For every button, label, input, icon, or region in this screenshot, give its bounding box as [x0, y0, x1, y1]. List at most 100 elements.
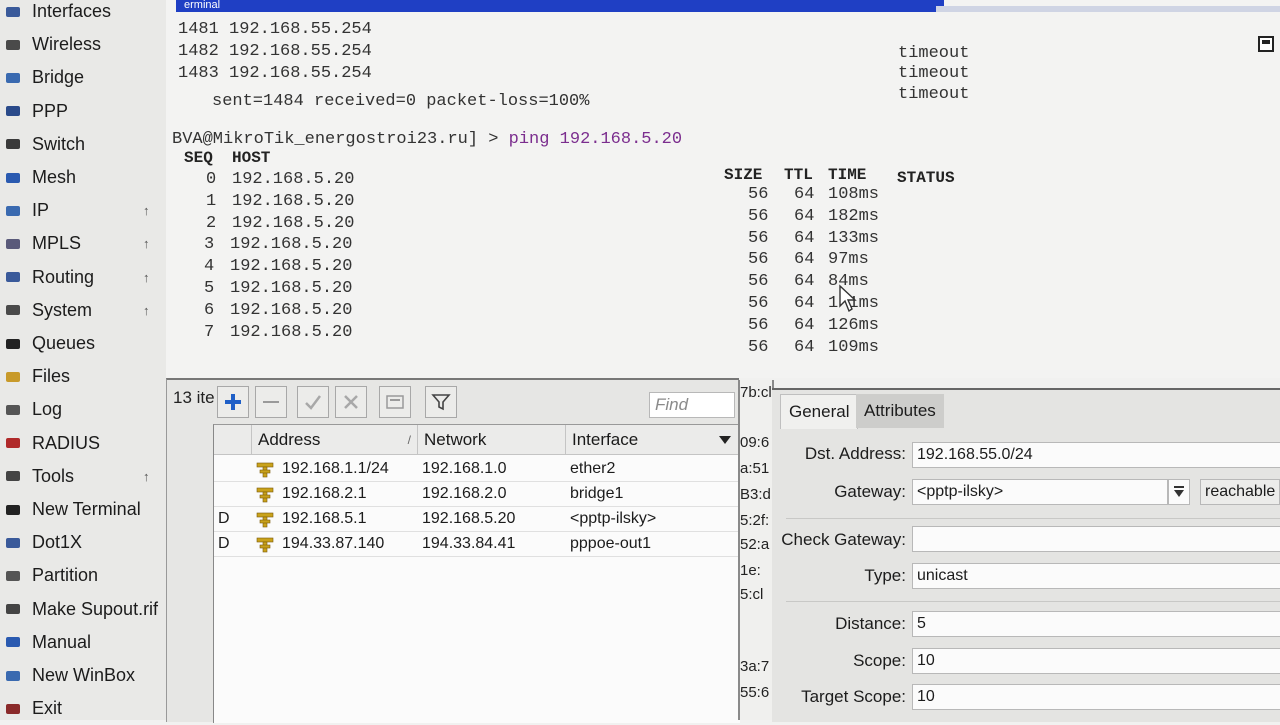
target-scope-label: Target Scope:	[801, 687, 906, 706]
title-bar-strip	[936, 6, 1280, 12]
sidebar-item-files[interactable]: Files	[0, 360, 166, 393]
enable-button[interactable]	[297, 386, 329, 418]
ping-size: 56	[748, 315, 769, 335]
remove-button[interactable]	[255, 386, 287, 418]
sidebar-item-make-supout-rif[interactable]: Make Supout.rif	[0, 593, 166, 626]
table-row[interactable]: D 194.33.87.140 194.33.84.41 pppoe-out1	[214, 531, 740, 557]
terminal-window[interactable]: erminal 1481 192.168.55.254 1482 192.168…	[166, 0, 1280, 378]
ping-time: 109ms	[828, 337, 880, 357]
col-header-network[interactable]: Network	[418, 425, 566, 455]
ping-seq: 4	[204, 257, 215, 277]
sidebar-item-label: Queues	[32, 333, 96, 353]
ping-ttl: 64	[794, 185, 815, 204]
filter-button[interactable]	[425, 386, 457, 418]
table-row[interactable]: 192.168.1.1/24 192.168.1.0 ether2	[214, 456, 740, 482]
col-header-flag[interactable]	[214, 425, 252, 455]
sidebar-item-routing[interactable]: Routing ↑	[0, 261, 166, 294]
submenu-arrow-icon: ↑	[143, 203, 150, 219]
comment-button[interactable]	[379, 386, 411, 418]
filter-icon	[431, 394, 451, 411]
table-row[interactable]: D 192.168.5.1 192.168.5.20 <pptp-ilsky>	[214, 506, 740, 532]
submenu-arrow-icon: ↑	[143, 468, 150, 484]
sidebar-item-queues[interactable]: Queues	[0, 327, 166, 360]
find-input[interactable]: Find	[649, 392, 735, 418]
col-header-interface[interactable]: Interface	[566, 425, 740, 455]
ping-ttl: 64	[794, 272, 815, 292]
ping-seq: 1	[206, 191, 217, 211]
sidebar-item-bridge[interactable]: Bridge	[0, 61, 166, 94]
sidebar-item-partition[interactable]: Partition	[0, 559, 166, 592]
ping-size: 56	[748, 185, 769, 204]
routing-icon	[2, 268, 24, 286]
ppp-icon	[2, 102, 24, 120]
add-button[interactable]	[217, 386, 249, 418]
col-header-seq: SEQ	[184, 149, 213, 167]
sidebar-item-label: Routing	[32, 266, 95, 287]
type-field[interactable]: unicast	[912, 563, 1280, 589]
cell-interface: <pptp-ilsky>	[570, 510, 657, 527]
table-row[interactable]: 192.168.2.1 192.168.2.0 bridge1	[214, 481, 740, 507]
mac-column-strip: 7b:cl 09:6 a:51 B3:d 5:2f: 52:a 1e: 5:cl 3a:7 55:…	[738, 380, 774, 720]
terminal-title-bar[interactable]: erminal	[176, 0, 944, 12]
ip-address-icon	[256, 535, 274, 558]
sidebar-item-label: Manual	[32, 631, 92, 652]
sidebar-item-label: Dot1X	[32, 532, 83, 553]
disable-button[interactable]	[335, 386, 367, 418]
exit-icon	[2, 700, 24, 718]
tab-general[interactable]: General	[780, 394, 859, 429]
sidebar-item-interfaces[interactable]: Interfaces	[0, 0, 166, 28]
sidebar-item-new-terminal[interactable]: New Terminal	[0, 493, 166, 526]
ping-ttl: 64	[794, 337, 815, 357]
timeout-status: timeout	[898, 44, 970, 63]
cell-address: 192.168.1.1/24	[282, 460, 389, 477]
ping-time: 182ms	[828, 206, 880, 226]
ping-size: 56	[748, 228, 769, 248]
col-header-address[interactable]: Address /	[252, 425, 418, 455]
mac-fragment: 5:cl	[740, 586, 764, 603]
sidebar-item-manual[interactable]: Manual	[0, 626, 166, 659]
cross-icon	[344, 395, 358, 409]
maximize-icon[interactable]	[1258, 36, 1274, 52]
distance-field[interactable]: 5	[912, 611, 1280, 637]
timeout-status: timeout	[898, 64, 970, 83]
switch-icon	[2, 135, 24, 153]
target-scope-field[interactable]: 10	[912, 684, 1280, 710]
sidebar-item-ppp[interactable]: PPP	[0, 95, 166, 128]
tab-attributes[interactable]: Attributes	[856, 394, 944, 428]
sidebar-item-exit[interactable]: Exit	[0, 692, 166, 725]
ping-ttl: 64	[794, 228, 815, 248]
sidebar-item-wireless[interactable]: Wireless	[0, 28, 166, 61]
sidebar-item-switch[interactable]: Switch	[0, 128, 166, 161]
bridge-icon	[2, 69, 24, 87]
sidebar-item-mesh[interactable]: Mesh	[0, 161, 166, 194]
ping-host: 192.168.5.20	[232, 191, 355, 211]
sidebar-item-tools[interactable]: Tools ↑	[0, 460, 166, 493]
gateway-field[interactable]: <pptp-ilsky>	[912, 479, 1168, 505]
dynamic-flag: D	[218, 535, 230, 552]
cell-address: 194.33.87.140	[282, 535, 385, 552]
distance-label: Distance:	[835, 614, 906, 633]
dst-address-field[interactable]: 192.168.55.0/24	[912, 442, 1280, 468]
ping-host: 192.168.5.20	[230, 279, 353, 298]
gateway-dropdown[interactable]	[1168, 479, 1190, 505]
check-gateway-field[interactable]	[912, 526, 1280, 552]
scope-field[interactable]: 10	[912, 648, 1280, 674]
partition-icon	[2, 567, 24, 585]
ping-host: 192.168.5.20	[232, 213, 355, 233]
sidebar-item-radius[interactable]: RADIUS	[0, 427, 166, 460]
sidebar-item-dot1x[interactable]: Dot1X	[0, 526, 166, 559]
col-header-ttl: TTL	[784, 166, 813, 184]
sidebar-item-new-winbox[interactable]: New WinBox	[0, 659, 166, 692]
sidebar-item-log[interactable]: Log	[0, 393, 166, 426]
sidebar-item-system[interactable]: System ↑	[0, 294, 166, 327]
sidebar-item-ip[interactable]: IP ↑	[0, 194, 166, 227]
prev-ping-row: 1481 192.168.55.254	[178, 20, 372, 39]
ping-ttl: 64	[794, 315, 815, 335]
sidebar-item-label: Tools	[32, 465, 75, 486]
ping-ttl: 64	[794, 250, 815, 270]
sidebar-item-mpls[interactable]: MPLS ↑	[0, 227, 166, 260]
cell-network: 194.33.84.41	[422, 535, 516, 552]
address-table: Address / Network Interface 192.168.1.1/…	[213, 424, 740, 723]
dst-address-label: Dst. Address:	[804, 444, 906, 463]
command-line[interactable]: BVA@MikroTik_energostroi23.ru] > ping 19…	[172, 130, 682, 149]
